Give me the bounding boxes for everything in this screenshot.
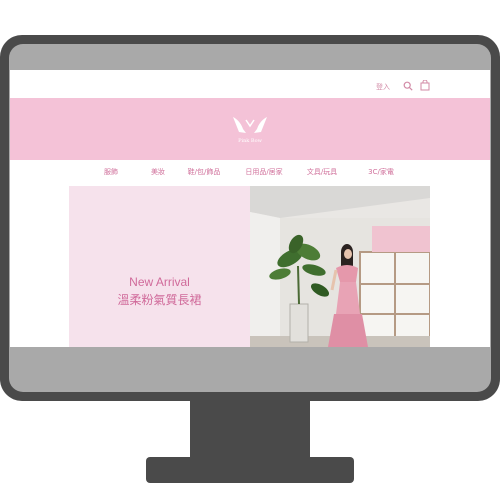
hero-text-panel[interactable]: New Arrival 溫柔粉氣質長裙 — [69, 186, 250, 347]
nav-item-stationery[interactable]: 文具/玩具 — [307, 167, 337, 177]
website-screen: 登入 Pink Bow 服飾 美妝 鞋/包/飾品 日用品/居家 文具/玩具 3C… — [10, 70, 490, 347]
search-icon[interactable] — [403, 81, 413, 91]
nav-item-clothing[interactable]: 服飾 — [104, 167, 118, 177]
hero-subtitle: 溫柔粉氣質長裙 — [117, 293, 202, 307]
hero-photo[interactable] — [250, 186, 430, 347]
brand-logo-text: Pink Bow — [238, 138, 262, 144]
top-utility-bar: 登入 — [10, 70, 490, 98]
brand-logo[interactable] — [231, 115, 269, 135]
nav-item-beauty[interactable]: 美妝 — [151, 167, 165, 177]
nav-item-electronics[interactable]: 3C/家電 — [368, 167, 394, 177]
nav-item-home[interactable]: 日用品/居家 — [245, 167, 282, 177]
hero-title: New Arrival — [129, 275, 190, 289]
header-banner: Pink Bow — [10, 98, 490, 160]
category-nav: 服飾 美妝 鞋/包/飾品 日用品/居家 文具/玩具 3C/家電 — [10, 167, 490, 181]
monitor-stand-base — [146, 457, 354, 483]
monitor-stand-neck — [190, 401, 310, 457]
nav-item-shoes-bags[interactable]: 鞋/包/飾品 — [188, 167, 221, 177]
bag-icon[interactable] — [420, 80, 430, 91]
login-link[interactable]: 登入 — [376, 82, 390, 92]
